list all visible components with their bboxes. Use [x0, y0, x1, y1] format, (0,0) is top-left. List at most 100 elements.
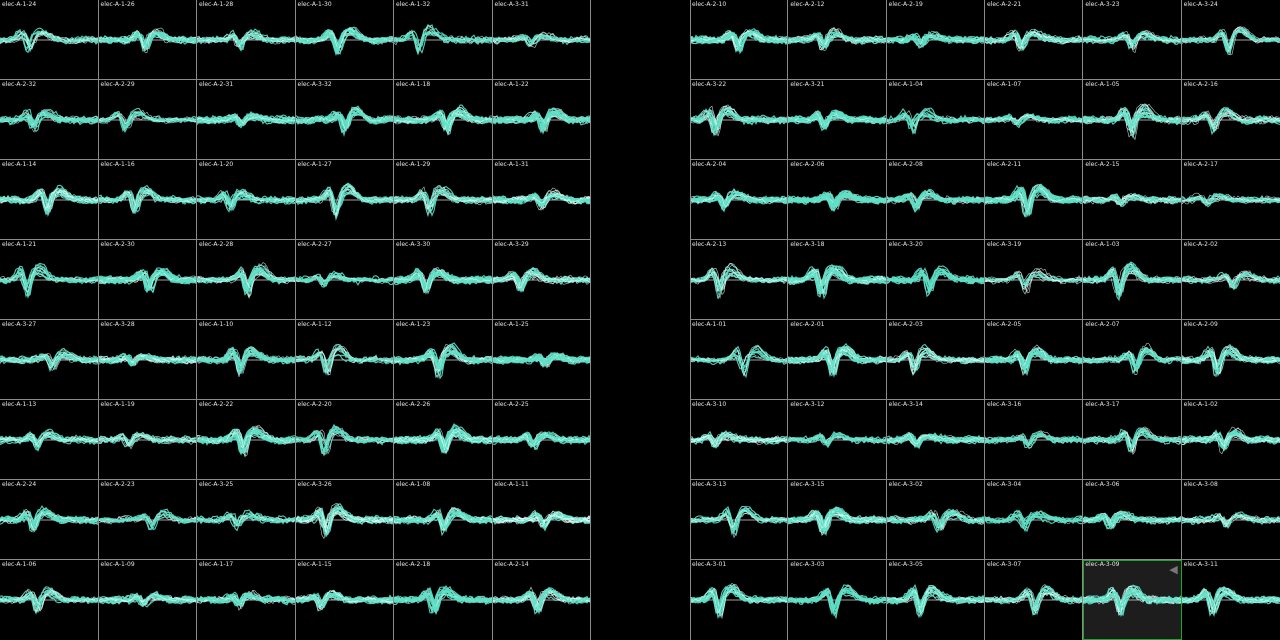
electrode-cell-elec-A-3-12[interactable]: elec-A-3-12 — [788, 400, 887, 480]
electrode-cell-elec-A-2-02[interactable]: elec-A-2-02 — [1181, 240, 1280, 320]
electrode-cell-elec-A-3-21[interactable]: elec-A-3-21 — [788, 80, 887, 160]
electrode-cell-elec-A-3-11[interactable]: elec-A-3-11 — [1181, 560, 1280, 640]
electrode-cell-elec-A-3-24[interactable]: elec-A-3-24 — [1181, 0, 1280, 80]
electrode-cell-elec-A-2-10[interactable]: elec-A-2-10 — [690, 0, 789, 80]
electrode-cell-elec-A-2-30[interactable]: elec-A-2-30 — [98, 240, 197, 320]
electrode-cell-elec-A-1-23[interactable]: elec-A-1-23 — [394, 320, 493, 400]
electrode-cell-elec-A-3-19[interactable]: elec-A-3-19 — [985, 240, 1084, 320]
electrode-cell-elec-A-2-16[interactable]: elec-A-2-16 — [1181, 80, 1280, 160]
electrode-cell-elec-A-1-12[interactable]: elec-A-1-12 — [295, 320, 394, 400]
electrode-cell-elec-A-1-03[interactable]: elec-A-1-03 — [1083, 240, 1182, 320]
electrode-cell-elec-A-2-06[interactable]: elec-A-2-06 — [788, 160, 887, 240]
electrode-cell-elec-A-3-04[interactable]: elec-A-3-04 — [985, 480, 1084, 560]
electrode-cell-elec-A-2-05[interactable]: elec-A-2-05 — [985, 320, 1084, 400]
electrode-cell-elec-A-1-14[interactable]: elec-A-1-14 — [0, 160, 99, 240]
electrode-cell-elec-A-3-23[interactable]: elec-A-3-23 — [1083, 0, 1182, 80]
electrode-cell-elec-A-2-15[interactable]: elec-A-2-15 — [1083, 160, 1182, 240]
electrode-cell-elec-A-3-26[interactable]: elec-A-3-26 — [295, 480, 394, 560]
electrode-cell-elec-A-2-17[interactable]: elec-A-2-17 — [1181, 160, 1280, 240]
electrode-cell-elec-A-3-18[interactable]: elec-A-3-18 — [788, 240, 887, 320]
electrode-cell-elec-A-3-01[interactable]: elec-A-3-01 — [690, 560, 789, 640]
speaker-icon[interactable]: ◀ — [1169, 564, 1177, 575]
electrode-cell-elec-A-3-25[interactable]: elec-A-3-25 — [197, 480, 296, 560]
electrode-cell-elec-A-2-28[interactable]: elec-A-2-28 — [197, 240, 296, 320]
electrode-cell-elec-A-3-20[interactable]: elec-A-3-20 — [886, 240, 985, 320]
electrode-cell-elec-A-2-29[interactable]: elec-A-2-29 — [98, 80, 197, 160]
electrode-cell-elec-A-1-13[interactable]: elec-A-1-13 — [0, 400, 99, 480]
electrode-cell-elec-A-1-08[interactable]: elec-A-1-08 — [394, 480, 493, 560]
electrode-cell-elec-A-3-16[interactable]: elec-A-3-16 — [985, 400, 1084, 480]
electrode-cell-elec-A-2-21[interactable]: elec-A-2-21 — [985, 0, 1084, 80]
electrode-cell-elec-A-2-20[interactable]: elec-A-2-20 — [295, 400, 394, 480]
electrode-cell-elec-A-1-06[interactable]: elec-A-1-06 — [0, 560, 99, 640]
electrode-cell-elec-A-3-07[interactable]: elec-A-3-07 — [985, 560, 1084, 640]
electrode-cell-elec-A-2-11[interactable]: elec-A-2-11 — [985, 160, 1084, 240]
electrode-cell-elec-A-1-20[interactable]: elec-A-1-20 — [197, 160, 296, 240]
waveform-plot — [0, 505, 99, 533]
electrode-cell-elec-A-2-14[interactable]: elec-A-2-14 — [492, 560, 591, 640]
electrode-cell-elec-A-2-03[interactable]: elec-A-2-03 — [886, 320, 985, 400]
electrode-cell-elec-A-2-08[interactable]: elec-A-2-08 — [886, 160, 985, 240]
electrode-cell-elec-A-1-19[interactable]: elec-A-1-19 — [98, 400, 197, 480]
electrode-cell-elec-A-3-31[interactable]: elec-A-3-31 — [492, 0, 591, 80]
electrode-cell-elec-A-1-31[interactable]: elec-A-1-31 — [492, 160, 591, 240]
electrode-cell-elec-A-1-04[interactable]: elec-A-1-04 — [886, 80, 985, 160]
electrode-cell-elec-A-1-09[interactable]: elec-A-1-09 — [98, 560, 197, 640]
electrode-cell-elec-A-3-13[interactable]: elec-A-3-13 — [690, 480, 789, 560]
electrode-cell-elec-A-1-11[interactable]: elec-A-1-11 — [492, 480, 591, 560]
electrode-cell-elec-A-1-01[interactable]: elec-A-1-01 — [690, 320, 789, 400]
electrode-cell-elec-A-1-22[interactable]: elec-A-1-22 — [492, 80, 591, 160]
electrode-cell-elec-A-3-29[interactable]: elec-A-3-29 — [492, 240, 591, 320]
electrode-cell-elec-A-3-02[interactable]: elec-A-3-02 — [886, 480, 985, 560]
electrode-cell-elec-A-2-01[interactable]: elec-A-2-01 — [788, 320, 887, 400]
electrode-cell-elec-A-1-21[interactable]: elec-A-1-21 — [0, 240, 99, 320]
electrode-cell-elec-A-1-15[interactable]: elec-A-1-15 — [295, 560, 394, 640]
electrode-cell-elec-A-2-13[interactable]: elec-A-2-13 — [690, 240, 789, 320]
electrode-cell-elec-A-2-27[interactable]: elec-A-2-27 — [295, 240, 394, 320]
electrode-cell-elec-A-2-25[interactable]: elec-A-2-25 — [492, 400, 591, 480]
electrode-cell-elec-A-1-25[interactable]: elec-A-1-25 — [492, 320, 591, 400]
electrode-cell-elec-A-3-17[interactable]: elec-A-3-17 — [1083, 400, 1182, 480]
electrode-cell-elec-A-1-10[interactable]: elec-A-1-10 — [197, 320, 296, 400]
electrode-cell-elec-A-3-08[interactable]: elec-A-3-08 — [1181, 480, 1280, 560]
electrode-cell-elec-A-1-26[interactable]: elec-A-1-26 — [98, 0, 197, 80]
electrode-cell-elec-A-3-09[interactable]: elec-A-3-09 ◀ — [1083, 560, 1182, 640]
electrode-cell-elec-A-2-23[interactable]: elec-A-2-23 — [98, 480, 197, 560]
electrode-cell-elec-A-2-19[interactable]: elec-A-2-19 — [886, 0, 985, 80]
electrode-cell-elec-A-1-30[interactable]: elec-A-1-30 — [295, 0, 394, 80]
electrode-cell-elec-A-2-32[interactable]: elec-A-2-32 — [0, 80, 99, 160]
electrode-cell-elec-A-2-24[interactable]: elec-A-2-24 — [0, 480, 99, 560]
electrode-cell-elec-A-2-12[interactable]: elec-A-2-12 — [788, 0, 887, 80]
electrode-cell-elec-A-1-29[interactable]: elec-A-1-29 — [394, 160, 493, 240]
electrode-cell-elec-A-3-15[interactable]: elec-A-3-15 — [788, 480, 887, 560]
electrode-cell-elec-A-1-17[interactable]: elec-A-1-17 — [197, 560, 296, 640]
electrode-cell-elec-A-1-27[interactable]: elec-A-1-27 — [295, 160, 394, 240]
electrode-cell-elec-A-3-14[interactable]: elec-A-3-14 — [886, 400, 985, 480]
electrode-cell-elec-A-2-22[interactable]: elec-A-2-22 — [197, 400, 296, 480]
electrode-cell-elec-A-3-30[interactable]: elec-A-3-30 — [394, 240, 493, 320]
electrode-cell-elec-A-1-05[interactable]: elec-A-1-05 — [1083, 80, 1182, 160]
electrode-cell-elec-A-1-18[interactable]: elec-A-1-18 — [394, 80, 493, 160]
electrode-cell-elec-A-3-22[interactable]: elec-A-3-22 — [690, 80, 789, 160]
electrode-cell-elec-A-2-07[interactable]: elec-A-2-07 — [1083, 320, 1182, 400]
electrode-cell-elec-A-2-31[interactable]: elec-A-2-31 — [197, 80, 296, 160]
waveform-overlay — [788, 584, 887, 620]
waveform-overlay — [394, 342, 493, 380]
electrode-cell-elec-A-2-09[interactable]: elec-A-2-09 — [1181, 320, 1280, 400]
electrode-cell-elec-A-3-03[interactable]: elec-A-3-03 — [788, 560, 887, 640]
electrode-cell-elec-A-2-18[interactable]: elec-A-2-18 — [394, 560, 493, 640]
electrode-cell-elec-A-3-06[interactable]: elec-A-3-06 — [1083, 480, 1182, 560]
electrode-cell-elec-A-3-27[interactable]: elec-A-3-27 — [0, 320, 99, 400]
electrode-cell-elec-A-3-05[interactable]: elec-A-3-05 — [886, 560, 985, 640]
electrode-cell-elec-A-3-10[interactable]: elec-A-3-10 — [690, 400, 789, 480]
electrode-cell-elec-A-2-26[interactable]: elec-A-2-26 — [394, 400, 493, 480]
electrode-cell-elec-A-1-02[interactable]: elec-A-1-02 — [1181, 400, 1280, 480]
electrode-cell-elec-A-2-04[interactable]: elec-A-2-04 — [690, 160, 789, 240]
electrode-cell-elec-A-3-32[interactable]: elec-A-3-32 — [295, 80, 394, 160]
electrode-cell-elec-A-1-28[interactable]: elec-A-1-28 — [197, 0, 296, 80]
electrode-cell-elec-A-3-28[interactable]: elec-A-3-28 — [98, 320, 197, 400]
electrode-cell-elec-A-1-07[interactable]: elec-A-1-07 — [985, 80, 1084, 160]
electrode-cell-elec-A-1-32[interactable]: elec-A-1-32 — [394, 0, 493, 80]
electrode-cell-elec-A-1-24[interactable]: elec-A-1-24 — [0, 0, 99, 80]
electrode-cell-elec-A-1-16[interactable]: elec-A-1-16 — [98, 160, 197, 240]
